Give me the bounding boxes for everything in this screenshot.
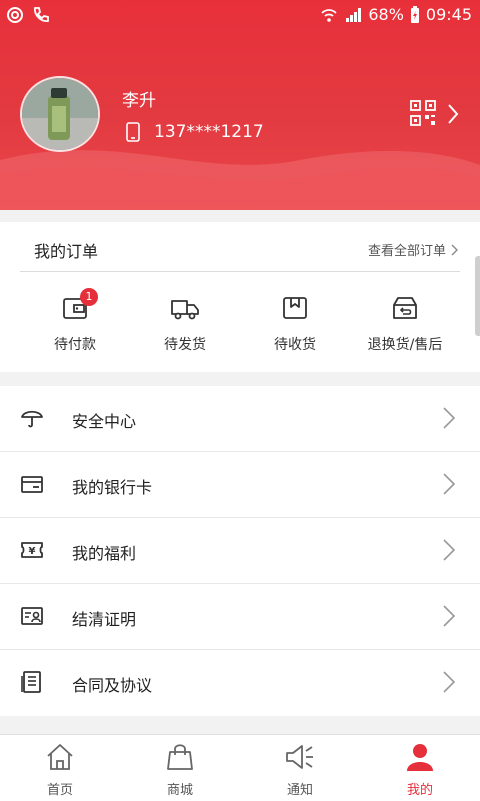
tab-notifications[interactable]: 通知 <box>240 741 360 798</box>
qr-code-icon[interactable] <box>410 100 436 126</box>
badge-count: 1 <box>80 288 98 306</box>
coupon-icon: ¥ <box>21 542 43 558</box>
order-pending-payment[interactable]: 1 待付款 <box>20 288 130 354</box>
menu-item-contracts[interactable]: 合同及协议 <box>0 650 480 716</box>
certificate-icon <box>21 607 43 625</box>
tab-label: 我的 <box>406 783 433 798</box>
bank-card-icon <box>21 476 43 493</box>
orders-card: 我的订单 查看全部订单 1 待付款 待发货 待收货 退换货/售后 <box>0 222 480 372</box>
menu-item-settlement-certificate[interactable]: 结清证明 <box>0 584 480 650</box>
chevron-right-icon <box>443 539 456 561</box>
home-icon <box>47 744 73 770</box>
bottom-tab-bar: 首页 商城 通知 我的 <box>0 734 480 801</box>
menu-item-benefits[interactable]: ¥ 我的福利 <box>0 518 480 584</box>
phone-call-icon <box>34 7 49 22</box>
tab-mall[interactable]: 商城 <box>120 741 240 798</box>
chevron-right-icon <box>443 671 456 693</box>
menu-item-label: 我的银行卡 <box>72 478 153 497</box>
order-item-label: 退换货/售后 <box>367 337 443 353</box>
sync-icon <box>7 7 23 23</box>
tab-label: 通知 <box>286 783 313 798</box>
tab-home[interactable]: 首页 <box>0 741 120 798</box>
return-icon <box>393 297 417 319</box>
document-icon <box>21 671 41 693</box>
menu-item-label: 结清证明 <box>72 610 137 629</box>
order-item-label: 待收货 <box>274 337 316 353</box>
orders-title: 我的订单 <box>34 242 99 261</box>
tab-mine[interactable]: 我的 <box>360 741 480 798</box>
scrollbar[interactable] <box>475 256 480 336</box>
divider <box>20 271 460 272</box>
chevron-right-icon <box>443 473 456 495</box>
tab-label: 商城 <box>166 783 193 798</box>
chevron-right-icon[interactable] <box>446 103 460 125</box>
order-item-label: 待付款 <box>54 337 96 353</box>
chevron-right-icon <box>443 605 456 627</box>
avatar[interactable] <box>20 76 100 152</box>
mobile-phone-icon <box>126 122 140 142</box>
menu-item-label: 安全中心 <box>72 412 137 431</box>
view-all-orders-link[interactable]: 查看全部订单 <box>368 240 458 259</box>
person-icon <box>407 744 433 771</box>
avatar-photo <box>22 78 98 150</box>
chevron-right-icon <box>451 244 458 255</box>
order-returns[interactable]: 退换货/售后 <box>350 294 460 354</box>
truck-icon <box>171 300 199 320</box>
menu-item-label: 合同及协议 <box>72 676 153 695</box>
phone-number: 137****1217 <box>154 122 264 142</box>
umbrella-icon <box>21 410 43 428</box>
clock: 09:45 <box>425 5 472 24</box>
profile-header: 68% 09:45 李升 137****1217 <box>0 0 480 210</box>
order-pending-shipment[interactable]: 待发货 <box>130 294 240 354</box>
box-icon <box>283 297 307 319</box>
battery-percent: 68% <box>368 5 404 24</box>
menu-item-security[interactable]: 安全中心 <box>0 386 480 452</box>
view-all-orders-label: 查看全部订单 <box>367 244 446 259</box>
megaphone-icon <box>286 745 313 769</box>
phone-row: 137****1217 <box>126 122 264 142</box>
menu-item-bank-card[interactable]: 我的银行卡 <box>0 452 480 518</box>
order-pending-receipt[interactable]: 待收货 <box>240 294 350 354</box>
battery-icon <box>410 5 419 23</box>
tab-label: 首页 <box>46 783 73 798</box>
status-bar: 68% 09:45 <box>0 0 480 32</box>
wifi-icon <box>321 8 337 22</box>
shopping-bag-icon <box>167 744 193 770</box>
signal-icon <box>346 7 362 22</box>
order-item-label: 待发货 <box>164 337 206 353</box>
chevron-right-icon <box>443 407 456 429</box>
svg-text:¥: ¥ <box>29 546 36 557</box>
menu-item-label: 我的福利 <box>72 544 137 563</box>
settings-menu: 安全中心 我的银行卡 ¥ 我的福利 结清证明 合同及协议 <box>0 386 480 716</box>
user-name: 李升 <box>122 91 156 111</box>
